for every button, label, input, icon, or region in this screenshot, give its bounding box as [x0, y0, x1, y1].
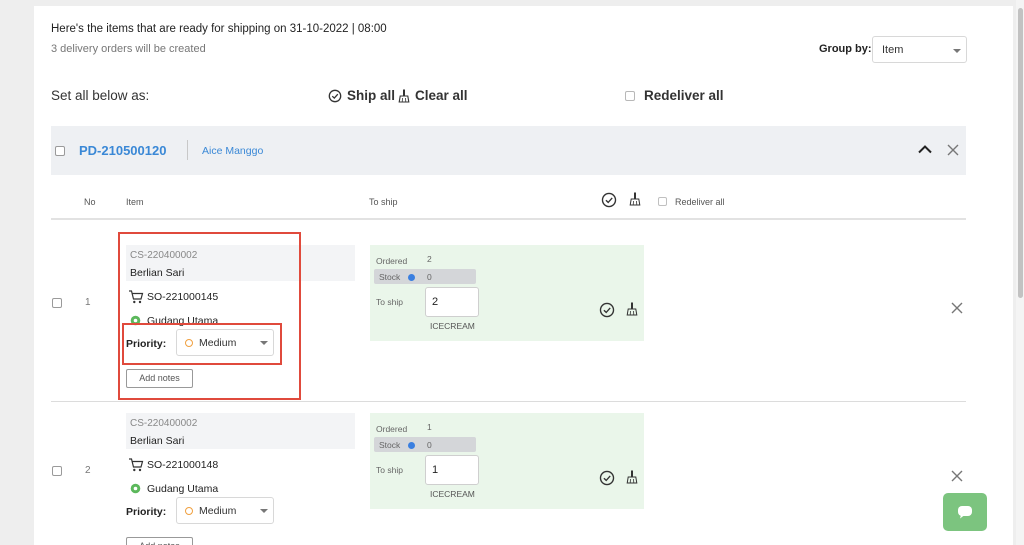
ordered-label: Ordered — [376, 256, 408, 266]
redeliver-all-checkbox[interactable] — [625, 90, 635, 101]
highlight-box — [118, 232, 301, 400]
cart-icon — [129, 458, 144, 472]
group-checkbox[interactable] — [55, 146, 65, 156]
to-ship-input[interactable]: 2 — [425, 287, 479, 317]
unit-label: ICECREAM — [430, 321, 475, 331]
scrollbar-thumb[interactable] — [1018, 8, 1023, 298]
set-all-label: Set all below as: — [51, 88, 150, 103]
ship-all-label: Ship all — [347, 88, 396, 103]
col-redeliver-all: Redeliver all — [675, 197, 725, 207]
priority-highlight-box — [122, 323, 282, 365]
row-number: 2 — [85, 465, 91, 476]
customer-link[interactable]: Aice Manggo — [202, 145, 263, 157]
close-icon[interactable] — [947, 144, 959, 156]
warehouse-name: Gudang Utama — [147, 483, 219, 495]
delivery-count: 3 delivery orders will be created — [51, 43, 206, 55]
close-icon[interactable] — [951, 302, 963, 314]
stock-status-icon — [408, 442, 415, 449]
sales-order-number: SO-221000148 — [147, 459, 219, 471]
broom-icon — [398, 89, 410, 103]
row-checkbox[interactable] — [52, 298, 62, 308]
table-row: 2 CS-220400002 Berlian Sari SO-221000148… — [34, 398, 1013, 545]
chat-button[interactable] — [943, 493, 987, 531]
ship-panel: Ordered 1 Stock 0 To ship 1 ICECREAM — [370, 413, 644, 509]
stock-value: 0 — [427, 272, 432, 282]
col-no: No — [84, 197, 96, 207]
unit-label: ICECREAM — [430, 489, 475, 499]
redeliver-all-column-checkbox[interactable] — [658, 197, 667, 206]
group-code-link[interactable]: PD-210500120 — [79, 143, 166, 158]
header-divider — [51, 218, 966, 220]
stock-label: Stock — [379, 440, 401, 450]
ship-all-button[interactable]: Ship all — [328, 88, 395, 103]
chevron-down-icon — [953, 49, 961, 53]
redeliver-all-label: Redeliver all — [644, 88, 724, 103]
chat-bubble-icon — [958, 506, 972, 519]
ordered-value: 1 — [427, 422, 432, 432]
redeliver-all-toggle[interactable]: Redeliver all — [625, 88, 724, 103]
clear-all-label: Clear all — [415, 88, 468, 103]
ordered-value: 2 — [427, 254, 432, 264]
group-by-label: Group by: — [819, 43, 872, 55]
stock-label: Stock — [379, 272, 401, 282]
col-to-ship: To ship — [369, 197, 398, 207]
check-circle-icon — [328, 89, 342, 102]
close-icon[interactable] — [951, 470, 963, 482]
location-pin-icon — [130, 483, 141, 494]
group-by-select[interactable]: Item — [872, 36, 967, 63]
stock-status-icon — [408, 274, 415, 281]
to-ship-label: To ship — [376, 465, 403, 475]
priority-medium-icon — [185, 507, 193, 515]
check-circle-icon[interactable] — [599, 470, 615, 486]
chevron-up-icon[interactable] — [917, 144, 933, 154]
col-item: Item — [126, 197, 144, 207]
priority-select[interactable]: Medium — [176, 497, 274, 524]
item-name: Berlian Sari — [130, 435, 185, 447]
add-notes-button[interactable]: Add notes — [126, 537, 193, 545]
broom-icon[interactable] — [626, 469, 638, 485]
delivery-group-header: PD-210500120 Aice Manggo — [51, 126, 966, 175]
shipping-panel: Here's the items that are ready for ship… — [34, 6, 1013, 545]
to-ship-input[interactable]: 1 — [425, 455, 479, 485]
item-code: CS-220400002 — [130, 418, 198, 429]
group-by-value: Item — [882, 44, 904, 56]
row-number: 1 — [85, 297, 91, 308]
page-title: Here's the items that are ready for ship… — [51, 23, 387, 35]
check-circle-icon[interactable] — [599, 302, 615, 318]
row-checkbox[interactable] — [52, 466, 62, 476]
check-circle-icon[interactable] — [601, 192, 617, 208]
clear-all-button[interactable]: Clear all — [398, 88, 468, 103]
broom-icon[interactable] — [629, 191, 641, 207]
ship-panel: Ordered 2 Stock 0 To ship 2 ICECREAM — [370, 245, 644, 341]
broom-icon[interactable] — [626, 301, 638, 317]
ordered-label: Ordered — [376, 424, 408, 434]
divider — [187, 140, 188, 160]
chevron-down-icon — [260, 509, 268, 513]
priority-label: Priority: — [126, 506, 167, 518]
stock-value: 0 — [427, 440, 432, 450]
to-ship-label: To ship — [376, 297, 403, 307]
priority-value: Medium — [199, 505, 237, 517]
